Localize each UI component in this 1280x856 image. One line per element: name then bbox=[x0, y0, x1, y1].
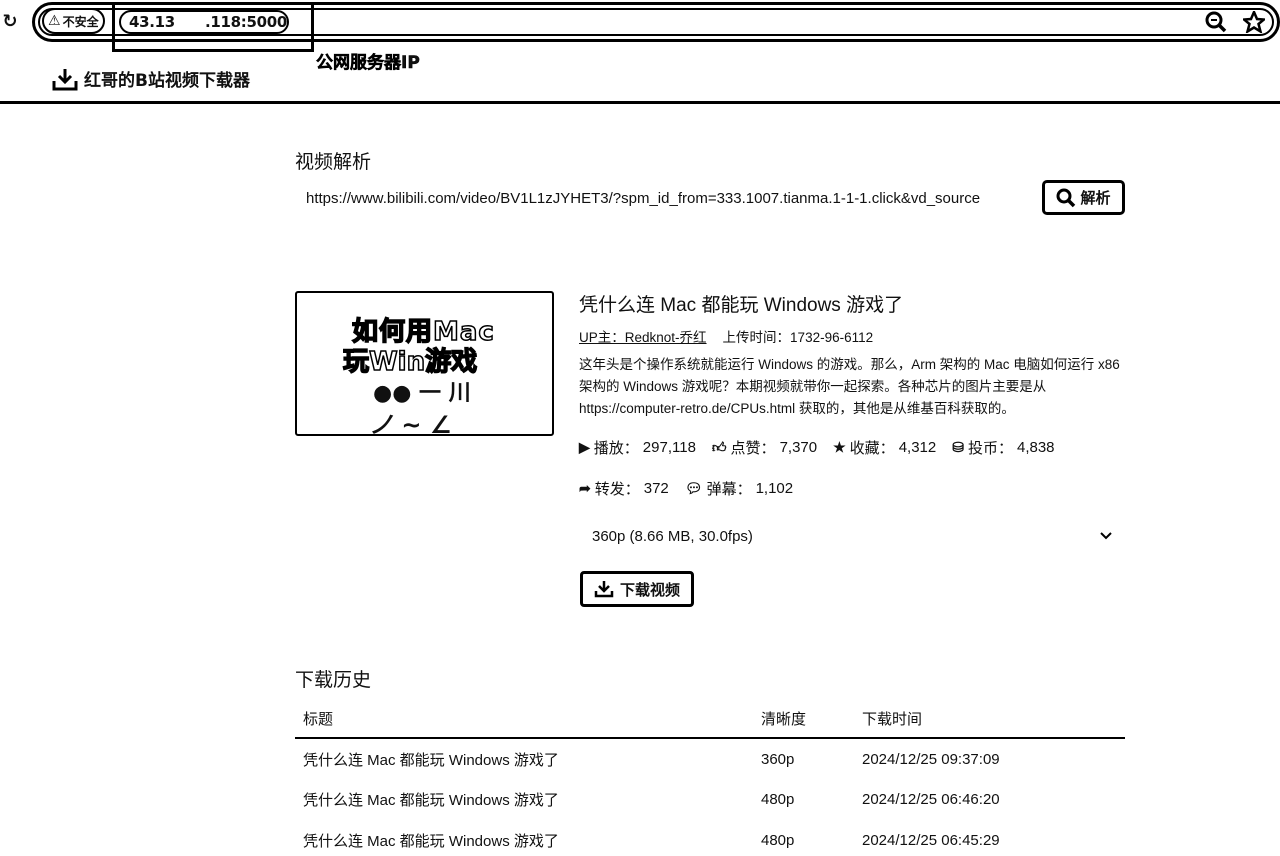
redaction bbox=[174, 15, 205, 29]
warning-icon: ⚠ bbox=[48, 13, 61, 29]
play-icon: ▶ bbox=[579, 439, 590, 455]
parse-button[interactable]: 解析 bbox=[1042, 180, 1125, 215]
insecure-label: 不安全 bbox=[62, 14, 99, 29]
play-count: 297,118 bbox=[642, 439, 696, 456]
download-tray-icon bbox=[52, 68, 78, 90]
bookmark-downloader[interactable]: 红哥的B站视频下载器 bbox=[52, 66, 250, 91]
reload-icon[interactable]: ↻ bbox=[0, 10, 20, 32]
like-count: 7,370 bbox=[779, 439, 818, 456]
url-display[interactable]: 43.13.118:5000 bbox=[119, 10, 289, 34]
history-table: 标题 清晰度 下载时间 凭什么连 Mac 都能玩 Windows 游戏了 360… bbox=[295, 700, 1125, 856]
table-row: 凭什么连 Mac 都能玩 Windows 游戏了 480p 2024/12/25… bbox=[303, 832, 1000, 850]
header-time: 下载时间 bbox=[854, 700, 1125, 739]
table-row: 凭什么连 Mac 都能玩 Windows 游戏了 360p 2024/12/25… bbox=[303, 750, 1000, 769]
toolbar-divider bbox=[0, 101, 1280, 104]
coin-count: 4,838 bbox=[1016, 439, 1055, 456]
ip-annotation: 公网服务器IP bbox=[316, 53, 420, 74]
bookmark-star-icon[interactable] bbox=[1242, 10, 1266, 34]
bookmark-label: 红哥的B站视频下载器 bbox=[84, 71, 250, 91]
table-row: 凭什么连 Mac 都能玩 Windows 游戏了 480p 2024/12/25… bbox=[303, 791, 1000, 809]
parse-button-label: 解析 bbox=[1080, 189, 1111, 207]
star-icon: ★ bbox=[833, 439, 846, 455]
search-icon bbox=[1056, 188, 1076, 207]
chevron-down-icon bbox=[1100, 532, 1112, 540]
danmaku-count: 1,102 bbox=[755, 480, 794, 497]
video-meta: UP主：Redknot-乔红 上传时间：1732-96-6112 bbox=[579, 326, 873, 346]
header-title: 标题 bbox=[295, 700, 753, 739]
history-title: 下载历史 bbox=[295, 669, 372, 691]
comment-icon: 💬︎ bbox=[684, 480, 703, 496]
upload-time: 上传时间：1732-96-6112 bbox=[722, 330, 874, 345]
download-button-label: 下载视频 bbox=[619, 580, 680, 599]
video-description: 这年头是个操作系统就能运行 Windows 的游戏。那么，Arm 架构的 Mac… bbox=[579, 357, 1120, 416]
download-video-button[interactable]: 下载视频 bbox=[580, 571, 694, 607]
stats-row-2: ➦ 转发： 372 💬︎ 弹幕： 1,102 bbox=[579, 480, 794, 498]
video-title: 凭什么连 Mac 都能玩 Windows 游戏了 bbox=[579, 295, 904, 316]
insecure-badge[interactable]: ⚠ 不安全 bbox=[42, 8, 105, 34]
share-count: 372 bbox=[643, 480, 669, 497]
video-thumbnail: 如何用Mac 玩Win游戏 ●● 一 川 ノ ~ ∠ bbox=[295, 291, 554, 436]
zoom-icon[interactable] bbox=[1204, 10, 1228, 34]
thumbs-up-icon: 👍︎ bbox=[711, 439, 727, 455]
coins-icon: ⛁ bbox=[952, 439, 964, 455]
quality-select[interactable]: 360p (8.66 MB, 30.0fps) bbox=[579, 520, 1125, 552]
table-header-row: 标题 清晰度 下载时间 bbox=[295, 700, 1125, 739]
quality-selected: 360p (8.66 MB, 30.0fps) bbox=[592, 527, 753, 545]
stats-row-1: ▶ 播放： 297,118 👍︎ 点赞： 7,370 ★ 收藏： 4,312 ⛁ 投币： 4,8… bbox=[579, 439, 1055, 457]
parse-section-title: 视频解析 bbox=[295, 151, 372, 173]
share-icon: ➦ bbox=[579, 480, 591, 496]
header-quality: 清晰度 bbox=[753, 700, 854, 739]
video-url-input[interactable]: https://www.bilibili.com/video/BV1L1zJYH… bbox=[300, 182, 1036, 214]
uploader-link[interactable]: UP主：Redknot-乔红 bbox=[579, 326, 707, 346]
download-icon bbox=[594, 581, 614, 598]
favorite-count: 4,312 bbox=[898, 439, 937, 456]
